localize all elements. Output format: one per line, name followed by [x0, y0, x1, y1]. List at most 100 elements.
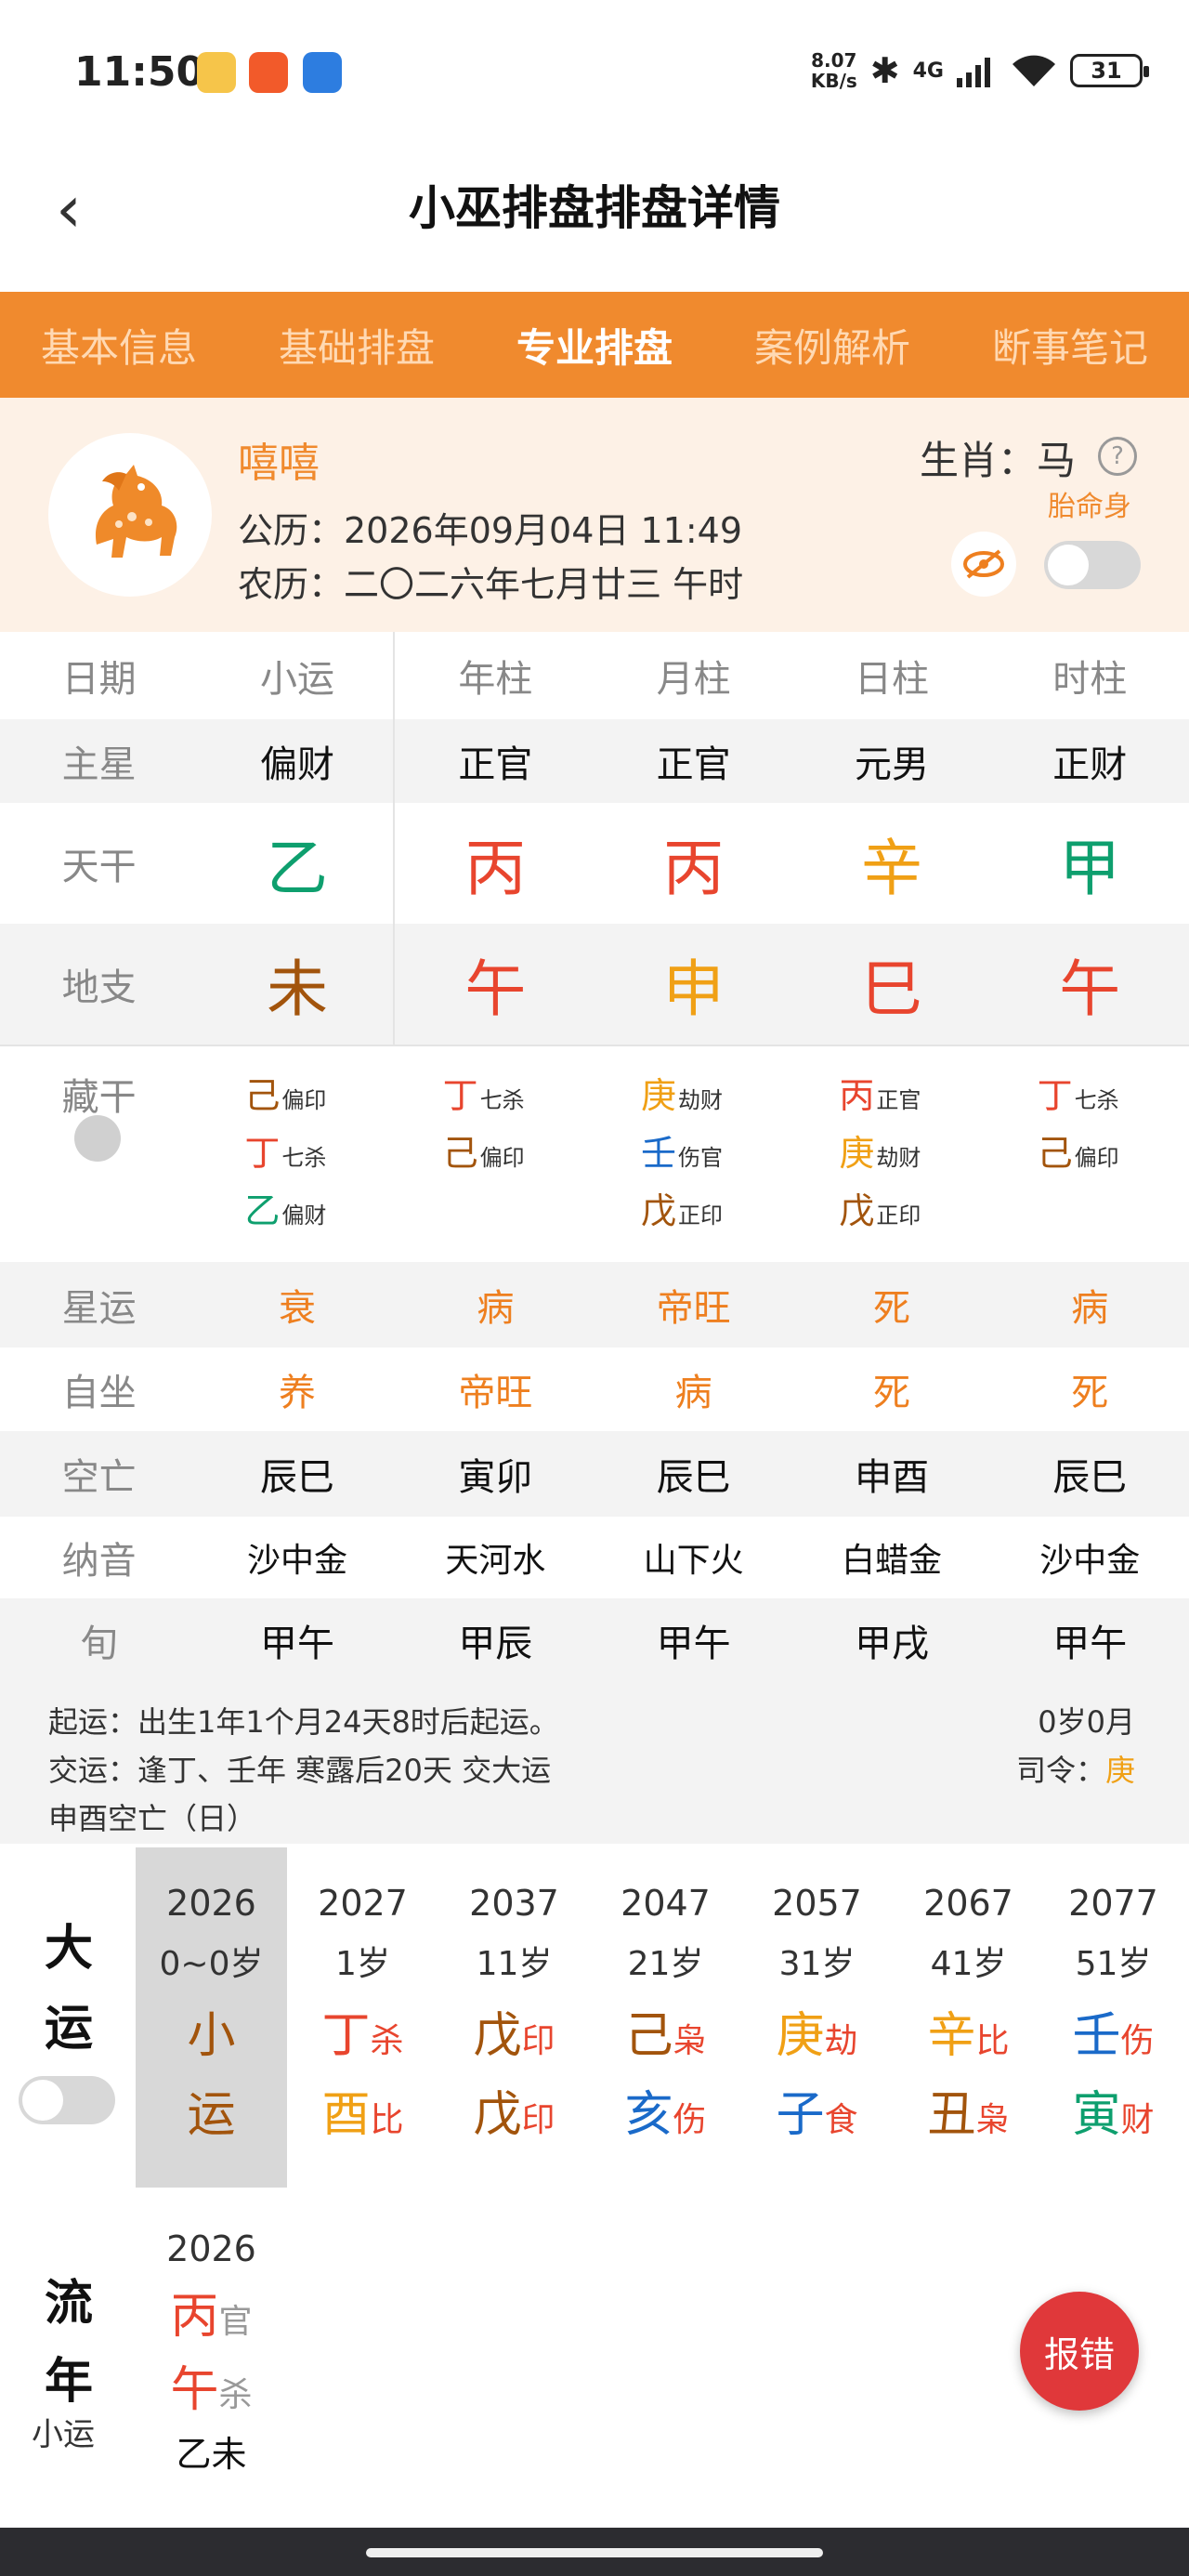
tiangan-row: 天干 乙 丙 丙 辛 甲: [0, 803, 1189, 924]
canggan-item: 丙正官: [839, 1067, 921, 1124]
xingyun-cell: 帝旺: [656, 1287, 731, 1330]
dayun-age: 11岁: [476, 1945, 553, 1983]
col-year: 年柱: [458, 658, 533, 701]
stem: 庚: [839, 1133, 875, 1174]
system-nav-bar: [0, 2528, 1189, 2576]
ten-god: 偏财: [281, 1203, 327, 1229]
branch: 寅: [1072, 2087, 1121, 2143]
row-label: 天干: [61, 846, 137, 888]
tab-bar: 基本信息 基础排盘 专业排盘 案例解析 断事笔记: [0, 292, 1189, 398]
dayun-year: 2047: [621, 1883, 711, 1924]
dayun-col[interactable]: 2057 31岁 庚劫 子食: [741, 1883, 893, 2145]
xun-row: 旬 甲午 甲辰 甲午 甲戌 甲午: [0, 1598, 1189, 1682]
tab-notes[interactable]: 断事笔记: [951, 317, 1189, 374]
ten-god: 劫: [824, 2022, 858, 2060]
liunian-branch: 午杀: [136, 2350, 287, 2420]
canggan-row: 藏干 己偏印 丁七杀 乙偏财 丁七杀 己偏印 庚劫财 壬伤官 戊正印 丙正官 庚…: [0, 1046, 1189, 1262]
dizhi-cell: 巳: [860, 953, 922, 1025]
dizhi-cell: 未: [266, 953, 328, 1025]
stem: 己: [442, 1133, 478, 1174]
dizhi-row: 地支 未 午 申 巳 午: [0, 924, 1189, 1045]
kongwang-cell: 辰巳: [656, 1456, 731, 1499]
report-error-button[interactable]: 报错: [1020, 2292, 1139, 2411]
dayun-col[interactable]: 2047 21岁 己枭 亥伤: [590, 1883, 741, 2145]
dayun-branch: 寅财: [1038, 2075, 1189, 2145]
col-xiaoyun: 小运: [259, 658, 334, 701]
canggan-cell: 丁七杀 己偏印: [991, 1046, 1189, 1262]
canggan-item: 戊正印: [839, 1182, 921, 1240]
canggan-item: 己偏印: [244, 1067, 326, 1124]
ten-god: 食: [824, 2101, 858, 2139]
tab-case-analysis[interactable]: 案例解析: [713, 317, 951, 374]
dayun-stem: 丁杀: [287, 1996, 438, 2066]
dayun-toggle[interactable]: [19, 2076, 115, 2124]
ten-god: 伤官: [678, 1145, 723, 1171]
main-star-cell: 元男: [854, 743, 929, 786]
canggan-item: 戊正印: [641, 1182, 723, 1240]
siling: 司令：庚: [1016, 1747, 1135, 1790]
ten-god: 比: [975, 2022, 1010, 2060]
net-speed: 8.07 KB/s: [811, 50, 857, 91]
dayun-stem: 辛比: [893, 1996, 1044, 2066]
xingyun-row: 星运 衰 病 帝旺 死 病: [0, 1262, 1189, 1347]
tiangan-cell: 丙: [464, 833, 527, 904]
kongwang-cell: 寅卯: [458, 1456, 533, 1499]
canggan-item: 己偏印: [443, 1124, 525, 1182]
tab-basic-chart[interactable]: 基础排盘: [238, 317, 476, 374]
taiming-toggle[interactable]: [1044, 541, 1141, 589]
pin-icon[interactable]: [74, 1115, 121, 1162]
stem: 壬: [1072, 2008, 1121, 2064]
dayun-branch: 酉比: [287, 2075, 438, 2145]
ten-god: 印: [521, 2022, 555, 2060]
stem: 丁: [244, 1133, 281, 1174]
main-star-row: 主星 偏财 正官 正官 元男 正财: [0, 719, 1189, 803]
tab-basic-info[interactable]: 基本信息: [0, 317, 238, 374]
stem: 丁: [321, 2008, 371, 2064]
canggan-item: 庚劫财: [839, 1124, 921, 1182]
ten-god: 枭: [673, 2022, 707, 2060]
ten-god: 正印: [876, 1203, 921, 1229]
help-icon[interactable]: ?: [1098, 437, 1137, 476]
canggan-item: 乙偏财: [244, 1182, 326, 1240]
kongwang-cell: 辰巳: [259, 1456, 334, 1499]
branch: 亥: [624, 2087, 673, 2143]
dayun-stem: 壬伤: [1038, 1996, 1189, 2066]
canggan-item: 丁七杀: [443, 1067, 525, 1124]
ten-god: 偏印: [479, 1145, 525, 1171]
dayun-age: 51岁: [1075, 1945, 1152, 1983]
kongwang-cell: 辰巳: [1052, 1456, 1128, 1499]
zizuo-cell: 死: [872, 1372, 910, 1414]
siling-label: 司令：: [1015, 1753, 1105, 1788]
main-star-cell: 正官: [458, 743, 533, 786]
dayun-col[interactable]: 2027 1岁 丁杀 酉比: [287, 1883, 438, 2145]
col-day: 日柱: [854, 658, 929, 701]
tab-pro-chart[interactable]: 专业排盘: [476, 317, 713, 374]
wifi-icon: [1013, 55, 1055, 86]
dayun-col[interactable]: 2077 51岁 壬伤 寅财: [1038, 1883, 1189, 2145]
lunar-date: 农历：二〇二六年七月廿三 午时: [238, 564, 744, 605]
dayun-branch: 戊印: [438, 2075, 590, 2145]
row-label: 纳音: [61, 1540, 137, 1583]
ten-god: 七杀: [1074, 1087, 1119, 1113]
liunian-year: 2026: [166, 2228, 256, 2269]
dayun-col[interactable]: 2037 11岁 戊印 戊印: [438, 1883, 590, 2145]
dayun-stem: 戊印: [438, 1996, 590, 2066]
stem: 庚: [640, 1075, 676, 1116]
dayun-year: 2027: [318, 1883, 408, 1924]
dayun-stem: 己枭: [590, 1996, 741, 2066]
liunian-col[interactable]: 2026 丙官 午杀 乙未: [136, 2228, 287, 2477]
dayun-age: 21岁: [627, 1945, 704, 1983]
net-speed-unit: KB/s: [810, 70, 857, 92]
col-hour: 时柱: [1052, 658, 1128, 701]
dayun-col[interactable]: 2067 41岁 辛比 丑枭: [893, 1883, 1044, 2145]
profile-name: 嘻嘻: [238, 440, 320, 487]
ten-god: 七杀: [281, 1145, 327, 1171]
canggan-cell: 己偏印 丁七杀 乙偏财: [198, 1046, 396, 1262]
eye-hidden-icon[interactable]: [951, 532, 1016, 597]
dayun-col-xiaoyun[interactable]: 2026 0~0岁 小 运: [136, 1883, 287, 2145]
home-indicator[interactable]: [366, 2548, 823, 2557]
nayin-row: 纳音 沙中金 天河水 山下火 白蜡金 沙中金: [0, 1517, 1189, 1598]
dayun-age: 1岁: [335, 1945, 390, 1983]
canggan-cell: 丙正官 庚劫财 戊正印: [792, 1046, 990, 1262]
stem: 戊: [839, 1190, 875, 1231]
